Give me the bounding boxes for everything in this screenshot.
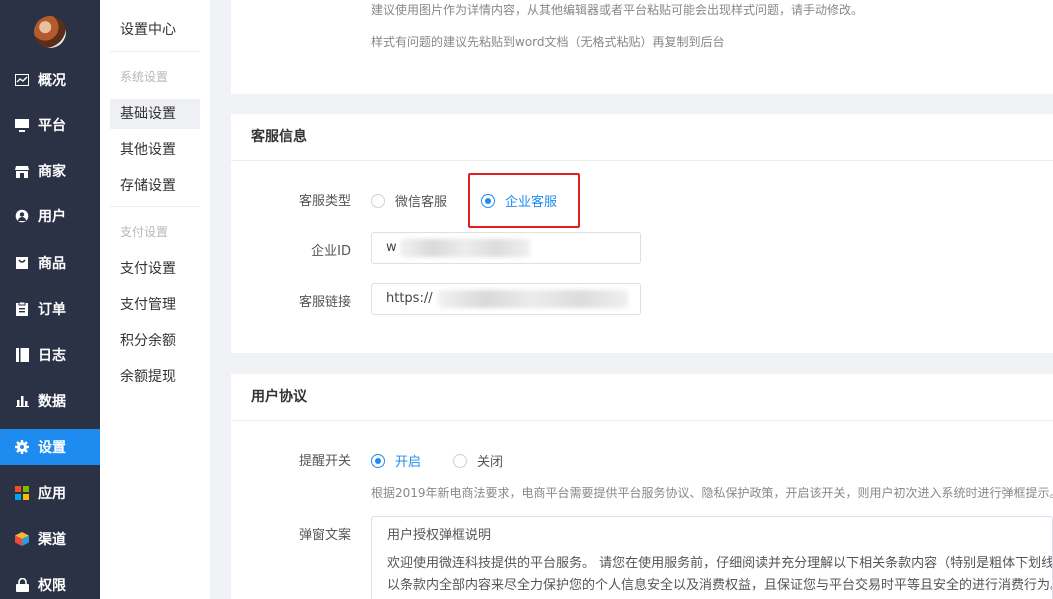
nav-item-apps[interactable]: 应用 [0,475,100,511]
main-nav: 概况 平台 商家 用户 商品 订单 日志 数据 设置 应用 渠道 权限 [0,0,100,599]
subnav-item-balance-withdraw[interactable]: 余额提现 [110,362,200,392]
gear-icon [15,440,29,454]
nav-item-log[interactable]: 日志 [0,337,100,373]
subnav-item-payment-settings[interactable]: 支付设置 [110,254,200,284]
nav-item-permission[interactable]: 权限 [0,567,100,599]
nav-item-label: 渠道 [38,532,66,548]
dashboard-icon [15,73,29,87]
radio-remind-off[interactable]: 关闭 [453,451,503,470]
nav-item-user[interactable]: 用户 [0,198,100,234]
radio-circle[interactable] [371,193,385,208]
detail-hint: 样式有问题的建议先粘贴到word文档（无格式粘贴）再复制到后台 [371,35,725,49]
radio-remind-on[interactable]: 开启 [371,451,421,470]
nav-item-label: 商品 [38,256,66,272]
nav-item-data[interactable]: 数据 [0,383,100,419]
cube-icon [15,532,29,546]
divider [110,51,200,52]
radio-label: 微信客服 [395,195,448,210]
subnav-item-basic-settings[interactable]: 基础设置 [110,99,200,129]
nav-item-settings[interactable]: 设置 [0,429,100,465]
nav-item-label: 权限 [38,578,66,594]
apps-icon [15,486,29,500]
section-title: 用户协议 [231,374,1053,421]
nav-item-label: 设置 [38,440,66,456]
nav-item-label: 应用 [38,486,66,502]
nav-item-overview[interactable]: 概况 [0,62,100,98]
subnav-title: 设置中心 [120,22,176,38]
corp-id-value: w [386,240,397,255]
service-type-label: 客服类型 [298,194,351,209]
avatar[interactable] [34,16,66,48]
service-card: 客服信息 客服类型 微信客服 企业客服 企业ID w 客服链接 https:// [231,114,1053,353]
bar-chart-icon [15,394,29,408]
corp-id-label: 企业ID [311,244,351,259]
settings-subnav: 设置中心 系统设置 基础设置 其他设置 存储设置 支付设置 支付设置 支付管理 … [100,0,210,599]
log-icon [15,348,29,362]
subnav-item-other-settings[interactable]: 其他设置 [110,135,200,165]
popup-text-line: 以条款内全部内容来尽全力保护您的个人信息安全以及消费权益，且保证您与平台交易时平… [387,578,1053,593]
nav-item-label: 概况 [38,73,66,89]
radio-circle[interactable] [371,453,385,468]
radio-circle[interactable] [453,453,467,468]
service-link-label: 客服链接 [298,295,351,310]
nav-item-label: 用户 [38,209,66,225]
nav-item-label: 商家 [38,164,66,180]
radio-label: 开启 [395,455,422,470]
subnav-group-title: 系统设置 [120,70,169,84]
nav-item-channel[interactable]: 渠道 [0,521,100,557]
order-icon [15,302,29,316]
service-link-input[interactable]: https:// [371,283,641,315]
detail-hint: 建议使用图片作为详情内容，从其他编辑器或者平台粘贴可能会出现样式问题，请手动修改… [371,3,864,17]
popup-text-textarea[interactable]: 用户授权弹框说明 欢迎使用微连科技提供的平台服务。 请您在使用服务前，仔细阅读并… [371,516,1053,599]
lock-icon [15,578,29,592]
product-icon [15,256,29,270]
user-icon [15,209,29,223]
radio-wechat-service[interactable]: 微信客服 [371,191,447,210]
nav-item-label: 数据 [38,394,66,410]
section-title: 客服信息 [231,114,1053,161]
agreement-card: 用户协议 提醒开关 开启 关闭 根据2019年新电商法要求，电商平台需要提供平台… [231,374,1053,599]
subnav-group-title: 支付设置 [120,225,169,239]
popup-text-line: 用户授权弹框说明 [387,528,492,543]
store-icon [15,164,29,178]
remind-switch-label: 提醒开关 [298,454,351,469]
annotation-highlight [468,173,580,228]
nav-item-label: 平台 [38,118,66,134]
subnav-item-points-balance[interactable]: 积分余额 [110,326,200,356]
redacted-blur [400,239,530,257]
remind-hint: 根据2019年新电商法要求，电商平台需要提供平台服务协议、隐私保护政策，开启该开… [371,486,1053,500]
nav-item-label: 日志 [38,348,66,364]
redacted-blur [438,290,628,308]
nav-item-label: 订单 [38,302,66,318]
popup-text-line: 欢迎使用微连科技提供的平台服务。 请您在使用服务前，仔细阅读并充分理解以下相关条… [387,556,1053,571]
nav-item-platform[interactable]: 平台 [0,107,100,143]
detail-card: 建议使用图片作为详情内容，从其他编辑器或者平台粘贴可能会出现样式问题，请手动修改… [231,0,1053,94]
subnav-item-storage-settings[interactable]: 存储设置 [110,171,200,201]
subnav-item-payment-management[interactable]: 支付管理 [110,290,200,320]
divider [110,206,200,207]
nav-item-order[interactable]: 订单 [0,291,100,327]
nav-item-product[interactable]: 商品 [0,245,100,281]
service-link-value: https:// [386,291,433,306]
monitor-icon [15,118,29,132]
nav-item-merchant[interactable]: 商家 [0,153,100,189]
radio-label: 关闭 [477,455,504,470]
corp-id-input[interactable]: w [371,232,641,264]
popup-text-label: 弹窗文案 [298,528,351,543]
